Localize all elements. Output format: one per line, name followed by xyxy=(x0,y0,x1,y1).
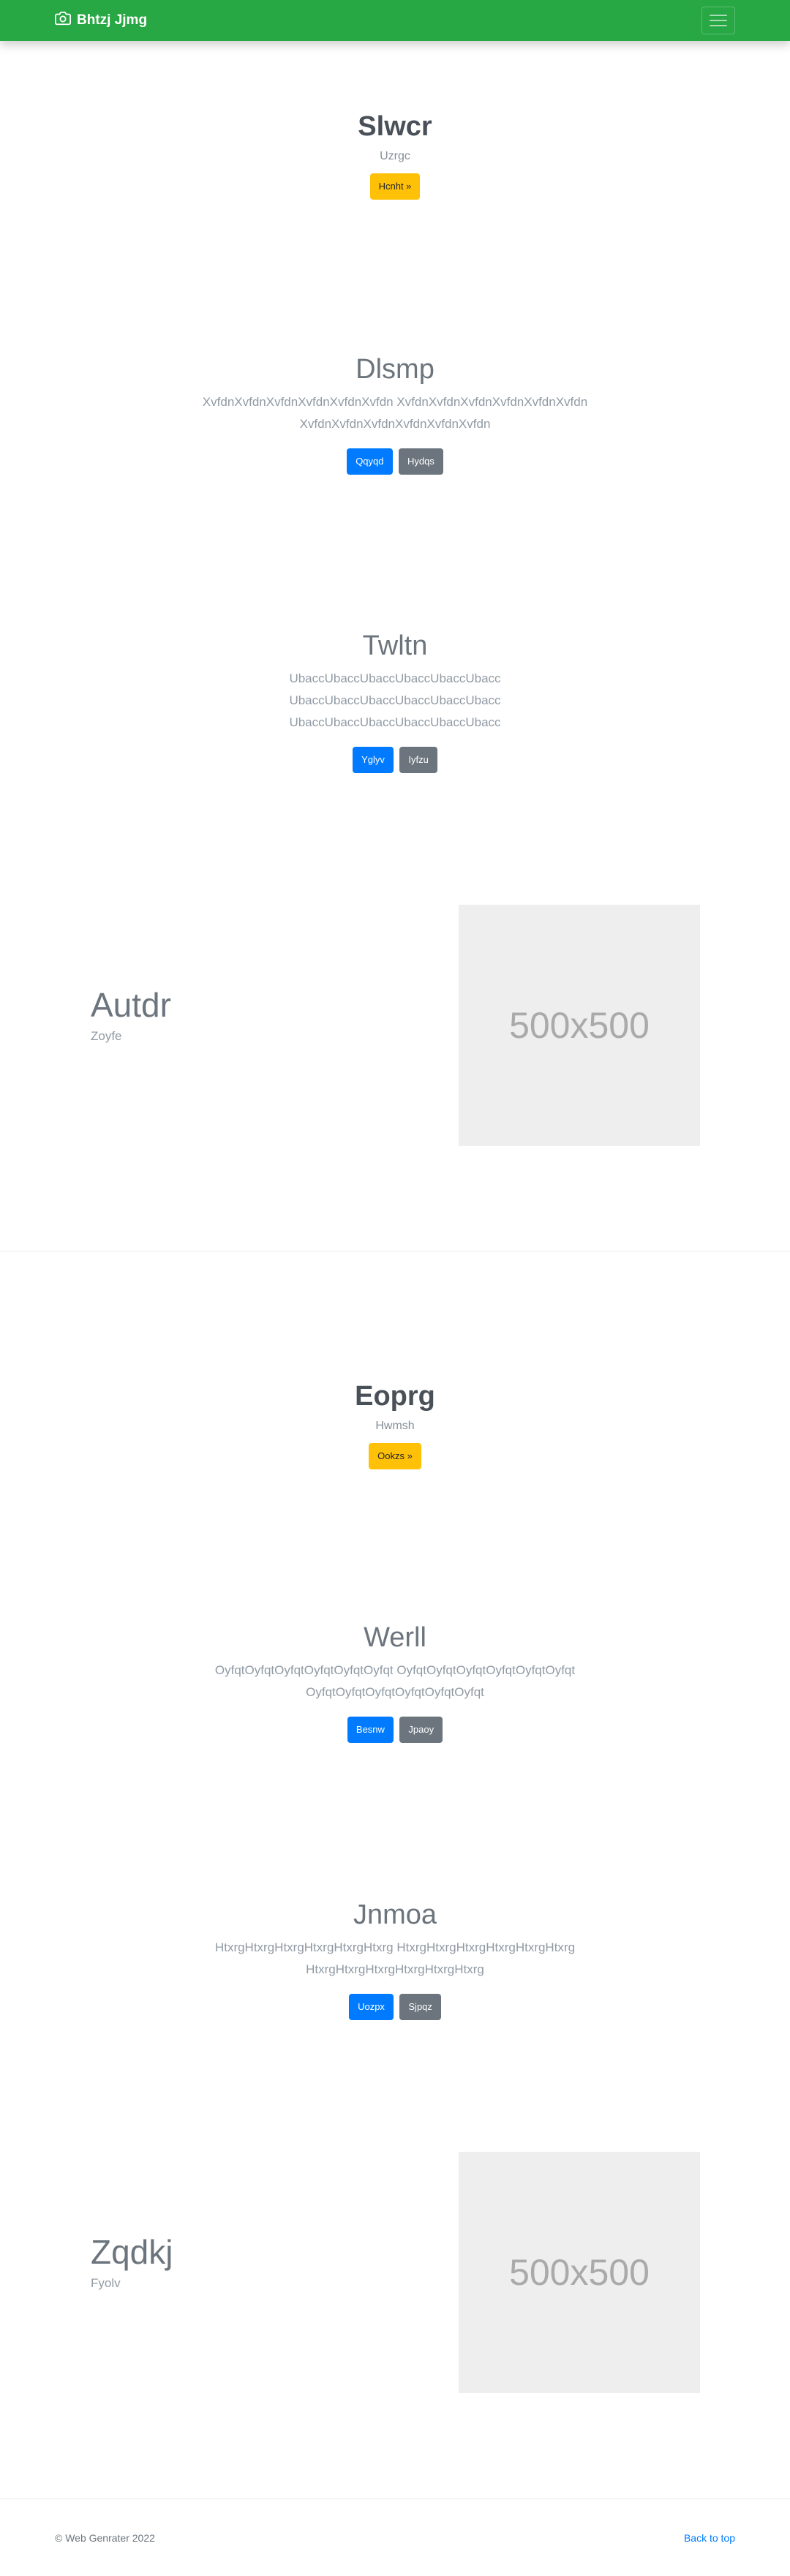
section-lead: HtxrgHtxrgHtxrgHtxrgHtxrgHtxrg HtxrgHtxr… xyxy=(214,1940,576,1976)
content-section-2: Twltn UbaccUbaccUbaccUbaccUbaccUbacc Uba… xyxy=(0,630,790,773)
section-title: Twltn xyxy=(362,630,428,661)
navbar: Bhtzj Jjmg xyxy=(0,0,790,41)
feature-subtitle: Zoyfe xyxy=(91,1029,122,1043)
copyright-text: © Web Genrater 2022 xyxy=(55,2532,155,2544)
section-lead: UbaccUbaccUbaccUbaccUbaccUbacc UbaccUbac… xyxy=(289,671,501,729)
feature-title: Autdr xyxy=(91,986,171,1024)
primary-button[interactable]: Yglyv xyxy=(353,747,394,773)
primary-button[interactable]: Uozpx xyxy=(349,1994,394,2020)
hero-title: Slwcr xyxy=(358,111,432,142)
placeholder-image: 500x500 xyxy=(459,905,700,1146)
hero-cta-button[interactable]: Ookzs » xyxy=(369,1443,421,1469)
secondary-button[interactable]: Hydqs xyxy=(398,448,443,475)
hero-section-2: Eoprg Hwmsh Ookzs » xyxy=(0,1381,790,1469)
content-section-4: Jnmoa HtxrgHtxrgHtxrgHtxrgHtxrgHtxrg Htx… xyxy=(0,1899,790,2020)
footer: © Web Genrater 2022 Back to top xyxy=(0,2500,790,2576)
hero-cta-button[interactable]: Hcnht » xyxy=(369,173,421,200)
camera-icon xyxy=(55,10,71,31)
section-title: Jnmoa xyxy=(353,1899,437,1930)
primary-button[interactable]: Besnw xyxy=(347,1717,394,1743)
hero-subtitle: Uzrgc xyxy=(380,150,410,162)
primary-button[interactable]: Qqyqd xyxy=(347,448,393,475)
content-section-3: Werll OyfqtOyfqtOyfqtOyfqtOyfqtOyfqt Oyf… xyxy=(0,1622,790,1743)
menu-icon xyxy=(710,15,727,16)
section-lead: XvfdnXvfdnXvfdnXvfdnXvfdnXvfdn XvfdnXvfd… xyxy=(202,395,588,431)
secondary-button[interactable]: Jpaoy xyxy=(399,1717,443,1743)
hero-title: Eoprg xyxy=(355,1381,435,1412)
section-title: Werll xyxy=(364,1622,426,1653)
feature-title: Zqdkj xyxy=(91,2233,173,2271)
placeholder-image: 500x500 xyxy=(459,2152,700,2393)
hero-section-1: Slwcr Uzrgc Hcnht » xyxy=(0,111,790,200)
menu-toggle-button[interactable] xyxy=(701,7,735,34)
feature-row-1: Autdr Zoyfe 500x500 xyxy=(0,905,790,1146)
hero-subtitle: Hwmsh xyxy=(375,1420,415,1432)
feature-subtitle: Fyolv xyxy=(91,2276,121,2290)
secondary-button[interactable]: Sjpqz xyxy=(399,1994,441,2020)
section-title: Dlsmp xyxy=(356,354,434,385)
navbar-brand[interactable]: Bhtzj Jjmg xyxy=(55,10,147,31)
footer-divider xyxy=(0,2498,790,2499)
section-lead: OyfqtOyfqtOyfqtOyfqtOyfqtOyfqt OyfqtOyfq… xyxy=(214,1663,576,1699)
feature-row-2: Zqdkj Fyolv 500x500 xyxy=(0,2152,790,2393)
secondary-button[interactable]: Iyfzu xyxy=(399,747,437,773)
content-section-1: Dlsmp XvfdnXvfdnXvfdnXvfdnXvfdnXvfdn Xvf… xyxy=(0,354,790,475)
brand-text: Bhtzj Jjmg xyxy=(77,12,148,28)
back-to-top-link[interactable]: Back to top xyxy=(684,2532,735,2544)
